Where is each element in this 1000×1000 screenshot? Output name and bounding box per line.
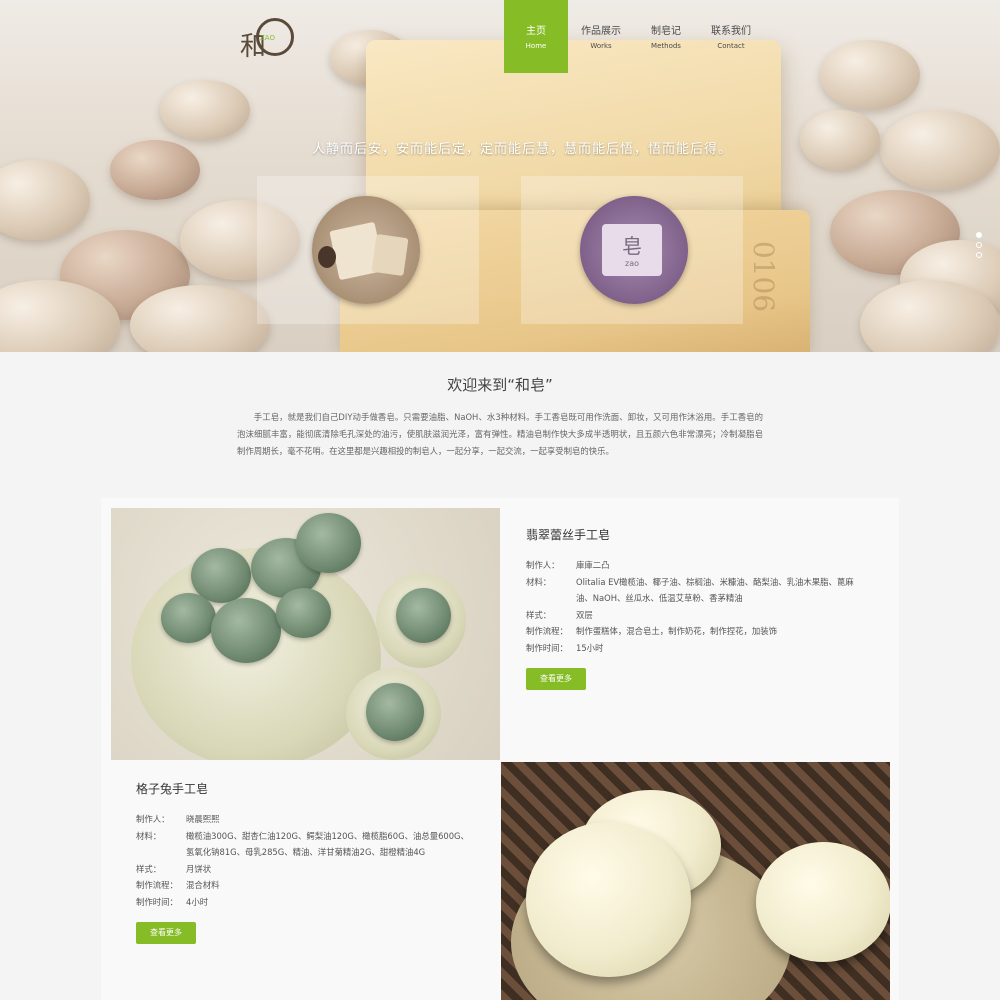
row-value: 4小时	[186, 896, 209, 907]
flower	[396, 588, 451, 643]
row-value: 15小时	[576, 642, 604, 653]
nav-label-en: Home	[525, 42, 547, 50]
product-row: 制作流程： 制作蛋糕体，混合皂土，制作奶花，制作捏花，加装饰	[526, 623, 866, 640]
soap-thumbnail-right[interactable]: 皂 zao	[580, 196, 688, 304]
view-more-button[interactable]: 查看更多	[526, 668, 586, 690]
row-key: 样式：	[526, 609, 552, 620]
logo[interactable]: 和 ZAO	[240, 18, 296, 62]
hero-banner: 0106 和 ZAO 主页 Home 作品展示 Works 制皂记 Method…	[0, 0, 1000, 352]
row-key: 材料：	[526, 576, 552, 587]
row-value: 混合材料	[186, 880, 220, 890]
nav-label-cn: 主页	[526, 26, 546, 37]
flower	[296, 513, 361, 573]
pebble	[110, 140, 200, 200]
row-value: 橄榄油300G、甜杏仁油120G、鳄梨油120G、橄榄脂60G、油总量600G、…	[186, 830, 469, 858]
product-row: 样式： 月饼状	[136, 861, 476, 878]
row-value: 月饼状	[186, 863, 212, 874]
product-row: 材料： 橄榄油300G、甜杏仁油120G、鳄梨油120G、橄榄脂60G、油总量6…	[136, 828, 476, 861]
product-row: 材料： Olitalia EV橄榄油、椰子油、棕榈油、米糠油、酪梨油、乳油木果脂…	[526, 574, 866, 607]
soap-emboss-text: 0106	[747, 240, 781, 313]
row-value: 制作蛋糕体，混合皂土，制作奶花，制作捏花，加装饰	[576, 626, 777, 636]
nav-label-en: Works	[590, 42, 612, 50]
nav-label-en: Contact	[717, 42, 745, 50]
hero-slogan: 人静而后安，安而能后定，定而能后慧，慧而能后悟，悟而能后得。	[312, 142, 733, 157]
product-image-plaid-rabbit[interactable]	[501, 762, 890, 1000]
soap-label-text: zao	[625, 259, 639, 268]
nav-label-cn: 制皂记	[651, 26, 681, 37]
pebble	[880, 110, 1000, 190]
row-value: 庫庫二凸	[576, 560, 610, 570]
nav-label-cn: 联系我们	[711, 26, 751, 37]
nav-label-cn: 作品展示	[581, 26, 621, 37]
soap-thumbnail-left[interactable]	[312, 196, 420, 304]
welcome-text: 手工皂，就是我们自己DIY动手做香皂。只需要油脂、NaOH、水3种材料。手工香皂…	[237, 412, 763, 456]
row-key: 制作人：	[136, 814, 170, 824]
pebble	[160, 80, 250, 140]
row-key: 制作时间：	[526, 642, 568, 653]
mooncake	[526, 822, 691, 977]
slider-dot[interactable]	[976, 232, 982, 238]
products-section: 翡翠蕾丝手工皂 制作人： 庫庫二凸 材料： Olitalia EV橄榄油、椰子油…	[101, 498, 899, 1000]
row-value: Olitalia EV橄榄油、椰子油、棕榈油、米糠油、酪梨油、乳油木果脂、蓖麻油…	[576, 576, 854, 604]
pebble	[130, 285, 270, 352]
row-value: 双层	[576, 609, 593, 620]
slider-dot[interactable]	[976, 242, 982, 248]
main-nav: 主页 Home 作品展示 Works 制皂记 Methods 联系我们 Cont…	[504, 0, 764, 73]
mini-soap	[371, 233, 409, 277]
row-key: 材料：	[136, 830, 162, 841]
flower	[161, 593, 216, 643]
row-key: 制作流程：	[526, 626, 568, 636]
nav-item-contact[interactable]: 联系我们 Contact	[699, 0, 763, 73]
flower	[276, 588, 331, 638]
mini-decor	[318, 246, 336, 268]
product-title: 翡翠蕾丝手工皂	[526, 528, 611, 542]
product-row: 制作时间： 15小时	[526, 640, 866, 657]
logo-mark: 和	[240, 32, 267, 62]
nav-item-works[interactable]: 作品展示 Works	[569, 0, 633, 73]
slider-dot[interactable]	[976, 252, 982, 258]
row-key: 制作流程：	[136, 880, 178, 890]
nav-label-en: Methods	[651, 42, 681, 50]
welcome-section: 欢迎来到“和皂” 手工皂，就是我们自己DIY动手做香皂。只需要油脂、NaOH、水…	[0, 352, 1000, 497]
product-row: 制作流程： 混合材料	[136, 877, 476, 894]
product-row: 制作时间： 4小时	[136, 894, 476, 911]
pebble	[820, 40, 920, 110]
nav-item-home[interactable]: 主页 Home	[504, 0, 568, 73]
pebble	[0, 160, 90, 240]
slider-dots	[976, 232, 984, 262]
welcome-title: 欢迎来到“和皂”	[447, 376, 553, 394]
product-image-jade-lace[interactable]	[111, 508, 500, 760]
pebble	[800, 110, 880, 170]
row-key: 制作时间：	[136, 896, 178, 907]
row-key: 样式：	[136, 863, 162, 874]
soap-label-char: 皂	[622, 234, 642, 258]
flower	[211, 598, 281, 663]
product-info-plaid-rabbit: 格子兔手工皂 制作人： 晓晨熙熙 材料： 橄榄油300G、甜杏仁油120G、鳄梨…	[136, 780, 476, 944]
view-more-button[interactable]: 查看更多	[136, 922, 196, 944]
product-row: 制作人： 晓晨熙熙	[136, 811, 476, 828]
row-key: 制作人：	[526, 560, 560, 570]
flower	[366, 683, 424, 741]
row-value: 晓晨熙熙	[186, 814, 220, 824]
mooncake	[756, 842, 890, 962]
product-info-jade-lace: 翡翠蕾丝手工皂 制作人： 庫庫二凸 材料： Olitalia EV橄榄油、椰子油…	[526, 526, 866, 690]
nav-item-methods[interactable]: 制皂记 Methods	[634, 0, 698, 73]
product-title: 格子兔手工皂	[136, 782, 209, 796]
soap-label: 皂 zao	[602, 224, 662, 276]
product-row: 样式： 双层	[526, 607, 866, 624]
product-row: 制作人： 庫庫二凸	[526, 557, 866, 574]
logo-sub: ZAO	[260, 34, 275, 42]
